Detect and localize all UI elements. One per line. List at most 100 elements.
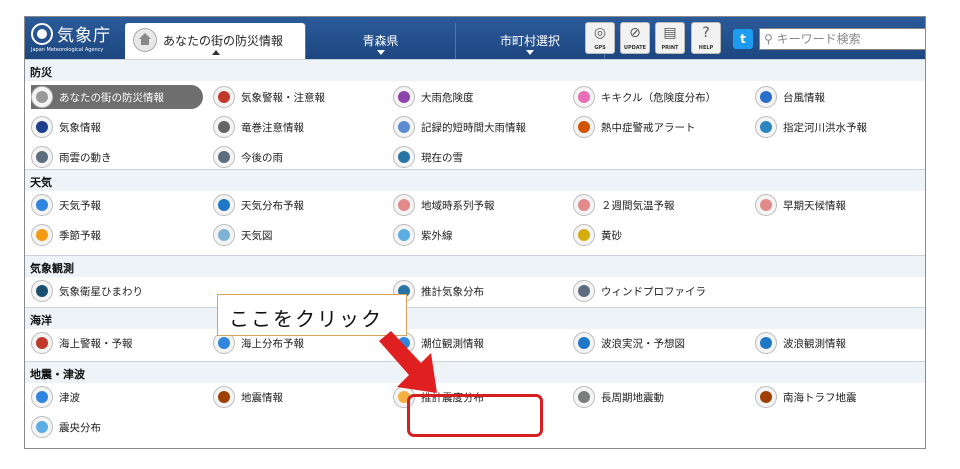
epicenter-icon [31, 416, 53, 438]
tab-local-disaster-info[interactable]: あなたの街の防災情報 [125, 23, 305, 59]
tsunami-icon [31, 386, 53, 408]
menu-item-yellow-sand[interactable]: 黄砂 [573, 223, 743, 247]
logo-subtitle: Japan Meteorological Agency [31, 47, 104, 53]
menu-item-label: 竜巻注意情報 [241, 122, 304, 134]
section-body: あなたの街の防災情報 気象警報・注意報 大雨危険度 キキクル（危険度分布） 台風情報気象… [25, 81, 925, 169]
yellow-sand-glyph [578, 229, 590, 241]
menu-item-wave-chart[interactable]: 波浪実況・予想図 [573, 331, 743, 355]
updates-caption: UPDATE [623, 45, 647, 51]
highlight-box [407, 394, 543, 437]
nankai-trough-glyph [760, 391, 772, 403]
menu-item-marine-warning[interactable]: 海上警報・予報 [31, 331, 201, 355]
updates-button[interactable]: ⊘ UPDATE [620, 22, 650, 54]
marine-warning-glyph [36, 337, 48, 349]
menu-item-warning[interactable]: 気象警報・注意報 [213, 85, 383, 109]
snow-glyph [398, 151, 410, 163]
menu-item-satellite[interactable]: 気象衛星ひまわり [31, 279, 201, 303]
menu-item-home[interactable]: あなたの街の防災情報 [31, 85, 203, 109]
search-placeholder: キーワード検索 [776, 32, 861, 46]
menu-item-heavy-rain-risk[interactable]: 大雨危険度 [393, 85, 563, 109]
menu-item-nankai-trough[interactable]: 南海トラフ地震 [755, 385, 925, 409]
menu-item-early-weather[interactable]: 早期天候情報 [755, 193, 925, 217]
tab-prefecture-label: 青森県 [362, 34, 399, 48]
section-header: 地震・津波 [25, 361, 925, 383]
wave-obs-icon [755, 332, 777, 354]
print-caption: PRINT [661, 45, 679, 51]
search-icon: ⚲ [764, 32, 773, 46]
section-title: 地震・津波 [30, 368, 85, 381]
chevron-down-icon [526, 50, 534, 55]
epicenter-glyph [36, 421, 48, 433]
menu-item-earthquake[interactable]: 地震情報 [213, 385, 383, 409]
search-input[interactable]: ⚲ キーワード検索 [759, 28, 925, 50]
menu-item-label: 熱中症警戒アラート [601, 122, 696, 134]
menu-item-kikikuru[interactable]: キキクル（危険度分布） [573, 85, 743, 109]
tornado-glyph [218, 121, 230, 133]
heavy-rain-risk-glyph [398, 91, 410, 103]
menu-item-label: 天気図 [241, 230, 273, 242]
menu-item-future-rain[interactable]: 今後の雨 [213, 145, 383, 169]
menu-item-label: 海上警報・予報 [59, 338, 133, 350]
menu-item-label: 指定河川洪水予報 [783, 122, 867, 134]
seasonal-glyph [36, 229, 48, 241]
jma-logo[interactable]: 気象庁 Japan Meteorological Agency [31, 21, 119, 55]
home-icon [31, 86, 53, 108]
menu-item-label: 長周期地震動 [601, 392, 664, 404]
menu-item-long-period[interactable]: 長周期地震動 [573, 385, 743, 409]
future-rain-glyph [218, 151, 230, 163]
menu-item-wave-obs[interactable]: 波浪観測情報 [755, 331, 925, 355]
menu-item-weather-distribution[interactable]: 天気分布予報 [213, 193, 383, 217]
menu-item-forecast[interactable]: 天気予報 [31, 193, 201, 217]
section-title: 海洋 [30, 314, 52, 327]
menu-item-record-rain[interactable]: 記録的短時間大雨情報 [393, 115, 563, 139]
heatstroke-glyph [578, 121, 590, 133]
section-title: 気象観測 [30, 262, 74, 275]
two-week-temp-glyph [578, 199, 590, 211]
help-button[interactable]: ? HELP [691, 22, 721, 54]
menu-item-weather-map[interactable]: 天気図 [213, 223, 383, 247]
long-period-icon [573, 386, 595, 408]
tab-municipality[interactable]: 市町村選択 [455, 23, 605, 59]
menu-item-tsunami[interactable]: 津波 [31, 385, 201, 409]
future-rain-icon [213, 146, 235, 168]
forecast-icon [31, 194, 53, 216]
menu-item-label: 海上分布予報 [241, 338, 304, 350]
kikikuru-icon [573, 86, 595, 108]
menu-item-two-week-temp[interactable]: ２週間気温予報 [573, 193, 743, 217]
satellite-icon [31, 280, 53, 302]
menu-item-label: 津波 [59, 392, 80, 404]
menu-item-label: あなたの街の防災情報 [59, 92, 164, 104]
menu-item-epicenter[interactable]: 震央分布 [31, 415, 201, 439]
warning-icon [213, 86, 235, 108]
menu-item-label: 気象情報 [59, 122, 101, 134]
menu-item-label: ２週間気温予報 [601, 200, 675, 212]
menu-item-seasonal[interactable]: 季節予報 [31, 223, 201, 247]
menu-item-label: 早期天候情報 [783, 200, 846, 212]
twitter-icon[interactable]: t [733, 29, 753, 49]
menu-item-label: 今後の雨 [241, 152, 283, 164]
menu-item-typhoon[interactable]: 台風情報 [755, 85, 925, 109]
home-glyph [36, 91, 48, 103]
menu-item-label: 現在の雪 [421, 152, 463, 164]
logo-text: 気象庁 [57, 26, 111, 46]
jma-logo-mark-icon [31, 23, 53, 45]
seasonal-icon [31, 224, 53, 246]
menu-item-uv[interactable]: 紫外線 [393, 223, 563, 247]
earthquake-icon [213, 386, 235, 408]
menu-item-weather-info[interactable]: 気象情報 [31, 115, 201, 139]
section-title: 防災 [30, 66, 52, 79]
menu-item-wind-profiler[interactable]: ウィンドプロファイラ [573, 279, 743, 303]
tab-prefecture[interactable]: 青森県 [305, 23, 455, 59]
menu-item-heatstroke[interactable]: 熱中症警戒アラート [573, 115, 743, 139]
menu-item-rain-cloud[interactable]: 雨雲の動き [31, 145, 201, 169]
weather-distribution-icon [213, 194, 235, 216]
gps-button[interactable]: ◎ GPS [585, 22, 615, 54]
menu-item-tornado[interactable]: 竜巻注意情報 [213, 115, 383, 139]
menu-item-regional-timeseries[interactable]: 地域時系列予報 [393, 193, 563, 217]
print-button[interactable]: ▤ PRINT [655, 22, 685, 54]
menu-item-snow[interactable]: 現在の雪 [393, 145, 563, 169]
menu-item-river-flood[interactable]: 指定河川洪水予報 [755, 115, 925, 139]
wave-obs-glyph [760, 337, 772, 349]
menu-item-estimated-weather[interactable]: 推計気象分布 [393, 279, 563, 303]
menu-item-label: 季節予報 [59, 230, 101, 242]
